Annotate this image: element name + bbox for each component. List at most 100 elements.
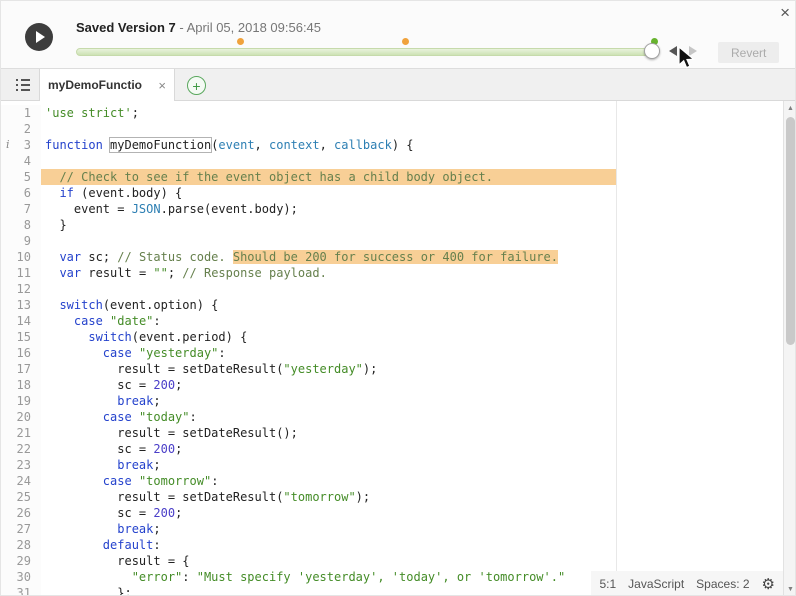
indentation-setting[interactable]: Spaces: 2: [696, 577, 749, 591]
code-token: callback: [334, 138, 392, 152]
tab-mydemofunction[interactable]: myDemoFunctio ×: [39, 69, 175, 101]
line-number[interactable]: 3i: [1, 137, 41, 153]
code-editor[interactable]: 123i456789101112131415161718192021222324…: [1, 101, 796, 596]
file-tree-toggle-icon[interactable]: [14, 77, 32, 98]
line-number[interactable]: 8: [1, 217, 41, 233]
code-token: case: [103, 410, 132, 424]
version-slider-handle[interactable]: [644, 43, 660, 59]
line-number[interactable]: 19: [1, 393, 41, 409]
line-number[interactable]: 15: [1, 329, 41, 345]
code-token: (event.period) {: [132, 330, 248, 344]
code-token: [45, 298, 59, 312]
code-token: break: [117, 522, 153, 536]
line-number[interactable]: 20: [1, 409, 41, 425]
code-token: default: [103, 538, 154, 552]
code-token: 200: [153, 442, 175, 456]
line-number[interactable]: 7: [1, 201, 41, 217]
line-number[interactable]: 23: [1, 457, 41, 473]
line-number[interactable]: 18: [1, 377, 41, 393]
add-tab-button[interactable]: +: [187, 76, 206, 95]
code-line: case "date":: [41, 313, 783, 329]
line-number[interactable]: 6: [1, 185, 41, 201]
version-marker[interactable]: [402, 38, 409, 45]
line-number[interactable]: 14: [1, 313, 41, 329]
code-token: 200: [153, 378, 175, 392]
code-token: [45, 570, 132, 584]
code-token: [45, 474, 103, 488]
code-line: var result = ""; // Response payload.: [41, 265, 783, 281]
code-token: result = setDateResult(: [45, 490, 283, 504]
code-line: [41, 153, 783, 169]
line-number[interactable]: 13: [1, 297, 41, 313]
tab-label: myDemoFunctio: [48, 78, 154, 92]
code-token: :: [218, 346, 225, 360]
line-number[interactable]: 21: [1, 425, 41, 441]
close-icon[interactable]: ×: [780, 4, 790, 21]
line-number[interactable]: 1: [1, 105, 41, 121]
code-line: case "tomorrow":: [41, 473, 783, 489]
code-token: ,: [255, 138, 269, 152]
code-token: var: [59, 250, 81, 264]
code-line: result = setDateResult("yesterday");: [41, 361, 783, 377]
line-number[interactable]: 5: [1, 169, 41, 185]
line-number[interactable]: 2: [1, 121, 41, 137]
code-token: sc =: [45, 378, 153, 392]
code-token: result = {: [45, 554, 190, 568]
line-number[interactable]: 17: [1, 361, 41, 377]
line-number[interactable]: 25: [1, 489, 41, 505]
scroll-down-icon[interactable]: ▼: [784, 586, 796, 593]
code-line: if (event.body) {: [41, 185, 783, 201]
code-line: switch(event.option) {: [41, 297, 783, 313]
code-token: [45, 410, 103, 424]
code-line: sc = 200;: [41, 377, 783, 393]
scroll-up-icon[interactable]: ▲: [784, 105, 796, 112]
version-slider-track[interactable]: [76, 48, 658, 56]
code-token: if: [59, 186, 73, 200]
scrollbar-thumb[interactable]: [786, 117, 795, 345]
code-token: :: [153, 538, 160, 552]
line-number[interactable]: 11: [1, 265, 41, 281]
line-number[interactable]: 30: [1, 569, 41, 585]
cursor-position[interactable]: 5:1: [599, 577, 616, 591]
code-token: // Status code.: [117, 250, 233, 264]
code-token: }: [45, 218, 67, 232]
code-line: [41, 233, 783, 249]
line-number[interactable]: 27: [1, 521, 41, 537]
line-number[interactable]: 31: [1, 585, 41, 596]
code-token: ;: [175, 378, 182, 392]
code-token: [45, 538, 103, 552]
code-token: "tomorrow": [283, 490, 355, 504]
line-number[interactable]: 22: [1, 441, 41, 457]
code-token: ;: [153, 458, 160, 472]
code-token: "tomorrow": [139, 474, 211, 488]
version-marker[interactable]: [237, 38, 244, 45]
line-number[interactable]: 29: [1, 553, 41, 569]
app-window: Saved Version 7 - April 05, 2018 09:56:4…: [0, 0, 796, 596]
code-token: ) {: [392, 138, 414, 152]
line-number[interactable]: 9: [1, 233, 41, 249]
mouse-cursor: [676, 46, 696, 72]
line-number[interactable]: 16: [1, 345, 41, 361]
code-token: result = setDateResult(: [45, 362, 283, 376]
code-line: result = setDateResult("tomorrow");: [41, 489, 783, 505]
code-token: (event.option) {: [103, 298, 219, 312]
line-number[interactable]: 26: [1, 505, 41, 521]
tab-close-icon[interactable]: ×: [158, 78, 166, 93]
language-mode[interactable]: JavaScript: [628, 577, 684, 591]
line-number[interactable]: 4: [1, 153, 41, 169]
line-number[interactable]: 24: [1, 473, 41, 489]
line-number[interactable]: 28: [1, 537, 41, 553]
code-token: [45, 266, 59, 280]
code-token: Should be 200 for success or 400 for fai…: [233, 250, 558, 264]
line-number[interactable]: 12: [1, 281, 41, 297]
code-token: [132, 474, 139, 488]
line-number[interactable]: 10: [1, 249, 41, 265]
scrollbar[interactable]: ▲ ▼: [783, 101, 796, 596]
settings-gear-icon[interactable]: ⚙: [762, 575, 775, 593]
play-button[interactable]: [25, 23, 53, 51]
code-token: "today": [139, 410, 190, 424]
revert-button[interactable]: Revert: [718, 42, 779, 63]
code-token: case: [103, 474, 132, 488]
code-token: .parse(event.body);: [161, 202, 298, 216]
code-area[interactable]: 'use strict'; function myDemoFunction(ev…: [41, 105, 783, 596]
